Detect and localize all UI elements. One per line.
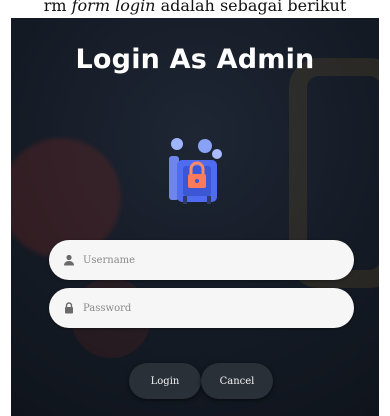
password-placeholder: Password [83, 302, 132, 314]
username-field[interactable]: Username [49, 240, 354, 280]
cancel-button[interactable]: Cancel [201, 363, 273, 399]
login-button[interactable]: Login [129, 363, 201, 399]
caption-prefix: rm [43, 0, 72, 15]
user-icon [64, 254, 74, 266]
document-caption: rm form login adalah sebagai berikut [0, 0, 390, 18]
password-field[interactable]: Password [49, 288, 354, 328]
caption-suffix: adalah sebagai berikut [155, 0, 347, 15]
caption-emphasis: form login [71, 0, 156, 15]
page-title: Login As Admin [75, 44, 315, 75]
padlock-security-illustration-icon [169, 138, 222, 204]
login-screen: Login As Admin Username Password Login C… [11, 18, 379, 416]
lock-icon [65, 302, 73, 314]
username-placeholder: Username [83, 254, 136, 266]
